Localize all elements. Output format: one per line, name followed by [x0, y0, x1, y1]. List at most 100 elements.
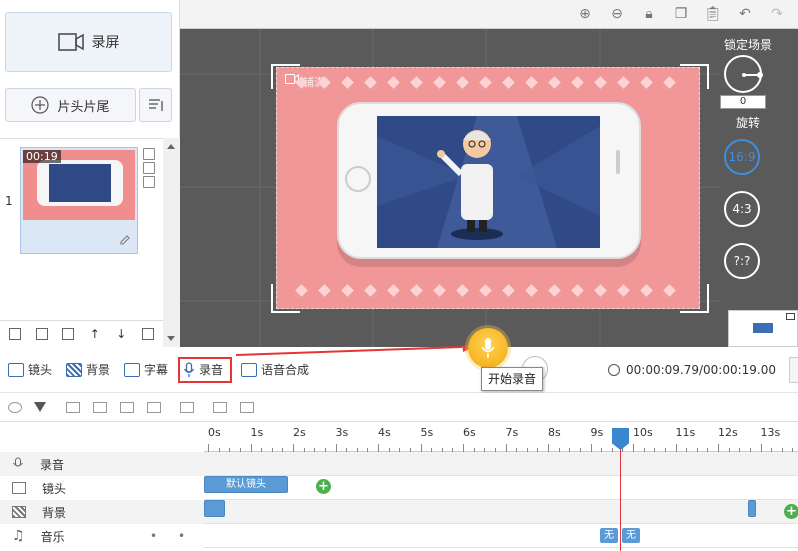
- tick-mark: [420, 444, 422, 452]
- align-center-icon[interactable]: [93, 402, 107, 413]
- background-clip-start[interactable]: [204, 500, 225, 517]
- screen-record-label: 录屏: [91, 35, 120, 51]
- music-dot-b[interactable]: •: [178, 529, 185, 543]
- align-left-icon[interactable]: [66, 402, 80, 413]
- tick-label: 9s: [590, 426, 604, 439]
- duplicate-icon[interactable]: [62, 328, 75, 340]
- undo-icon[interactable]: ↶: [736, 5, 754, 23]
- tick-mark: [208, 444, 209, 452]
- trash-icon[interactable]: [141, 328, 154, 340]
- music-tag[interactable]: 无: [600, 528, 618, 543]
- lock-icon[interactable]: 🔒︎: [640, 5, 658, 23]
- copy-scene-icon[interactable]: [143, 148, 155, 160]
- add-camera-button[interactable]: +: [316, 479, 331, 494]
- scene-stage[interactable]: 铺满: [276, 67, 700, 309]
- tick-label: 2s: [293, 426, 306, 439]
- head-tail-button[interactable]: 片头片尾: [5, 88, 136, 122]
- annotation-arrow: [236, 345, 474, 356]
- track-label-camera: 镜头: [0, 476, 204, 500]
- tick-mark: [335, 444, 337, 452]
- target-icon[interactable]: [8, 402, 22, 413]
- tick-mark: [548, 444, 549, 452]
- align-right-icon[interactable]: [120, 402, 134, 413]
- background-track-button[interactable]: 背景: [66, 361, 110, 378]
- tick-mark: [463, 444, 464, 452]
- music-dot-a[interactable]: •: [150, 529, 157, 543]
- record-audio-highlight: [178, 357, 232, 383]
- timeline-zoom-button[interactable]: [789, 357, 798, 383]
- subtitle-track-label: 字幕: [144, 363, 169, 377]
- scene-actions-bar: ↑ ↓: [0, 320, 163, 347]
- scene-number: 1: [5, 194, 13, 208]
- export-icon[interactable]: [35, 328, 48, 340]
- background-clip-end[interactable]: [748, 500, 756, 517]
- time-ruler[interactable]: 0s1s2s3s4s5s6s7s8s9s10s11s12s13s14: [204, 422, 798, 452]
- tick-mark: [505, 444, 507, 452]
- screen-record-button[interactable]: 录屏: [5, 12, 172, 72]
- zoom-out-icon[interactable]: ⊖: [608, 5, 626, 23]
- phone-screen: [377, 116, 600, 248]
- tick-mark: [293, 444, 294, 452]
- doctor-character-illustration: [377, 116, 600, 248]
- paste-icon[interactable]: 📋︎: [704, 5, 722, 23]
- head-tail-label: 片头片尾: [57, 99, 110, 115]
- mini-preview[interactable]: [728, 310, 798, 347]
- tts-button[interactable]: 语音合成: [241, 361, 309, 378]
- add-keyframe-icon[interactable]: [213, 402, 227, 413]
- track-name-camera: 镜头: [42, 481, 67, 496]
- move-down-icon[interactable]: ↓: [115, 328, 127, 340]
- camera-icon: [12, 482, 26, 494]
- track-row-music[interactable]: [204, 524, 798, 548]
- top-diamond-border: [295, 76, 676, 89]
- add-background-button[interactable]: +: [784, 504, 798, 519]
- tick-label: 11s: [675, 426, 696, 439]
- start-recording-tooltip: 开始录音: [481, 367, 543, 391]
- tick-label: 1s: [250, 426, 264, 439]
- phone-speaker: [616, 150, 620, 174]
- rotate-dial[interactable]: [724, 55, 763, 93]
- filter-icon[interactable]: [34, 402, 46, 412]
- track-label-audio: 录音: [0, 452, 204, 476]
- time-text: 00:00:09.79/00:00:19.00: [626, 363, 776, 377]
- track-row-audio[interactable]: [204, 452, 798, 476]
- align-justify-icon[interactable]: [147, 402, 161, 413]
- phone-home-button: [345, 166, 371, 192]
- copy-icon[interactable]: ❐: [672, 5, 690, 23]
- canvas-toolbar: ⊕ ⊖ 🔒︎ ❐ 📋︎ ↶ ↷: [180, 0, 798, 29]
- track-row-camera[interactable]: 默认镜头 +: [204, 476, 798, 500]
- camera-track-button[interactable]: 镜头: [8, 361, 52, 378]
- lock-scene-label[interactable]: 锁定场景: [718, 36, 778, 53]
- sort-button[interactable]: [139, 88, 172, 122]
- tick-label: 5s: [420, 426, 434, 439]
- tick-mark: [250, 444, 252, 452]
- plus-circle-icon: [31, 96, 50, 114]
- redo-icon[interactable]: ↷: [768, 5, 786, 23]
- music-tag[interactable]: 无: [622, 528, 640, 543]
- ratio-4-3-button[interactable]: 4:3: [724, 191, 760, 227]
- rotate-value-input[interactable]: 0: [720, 95, 766, 109]
- ratio-custom-button[interactable]: ?:?: [724, 243, 760, 279]
- remove-keyframe-icon[interactable]: [240, 402, 254, 413]
- tick-mark: [718, 444, 719, 452]
- start-recording-button[interactable]: [468, 328, 508, 368]
- delete-scene-icon[interactable]: [143, 162, 155, 174]
- track-row-background[interactable]: +: [204, 500, 798, 524]
- bottom-diamond-border: [295, 284, 676, 297]
- move-up-icon[interactable]: ↑: [89, 328, 101, 340]
- canvas-area: ⊕ ⊖ 🔒︎ ❐ 📋︎ ↶ ↷ 铺满: [180, 0, 798, 347]
- subtitle-track-button[interactable]: 字幕: [124, 361, 168, 378]
- camera-clip[interactable]: 默认镜头: [204, 476, 288, 493]
- phone-frame: [337, 102, 641, 259]
- camera-icon: [8, 362, 24, 377]
- edit-pencil-icon[interactable]: [119, 234, 131, 246]
- zoom-in-icon[interactable]: ⊕: [576, 5, 594, 23]
- tick-label: 4s: [378, 426, 391, 439]
- import-icon[interactable]: [9, 328, 22, 340]
- scene-list-scrollbar[interactable]: [163, 138, 180, 347]
- scene-thumbnail-item[interactable]: 00:19: [20, 147, 138, 254]
- distribute-icon[interactable]: [180, 402, 194, 413]
- camera-track-label: 镜头: [28, 363, 53, 377]
- export-scene-icon[interactable]: [143, 176, 155, 188]
- tick-label: 10s: [633, 426, 653, 439]
- ratio-16-9-button[interactable]: 16:9: [724, 139, 760, 175]
